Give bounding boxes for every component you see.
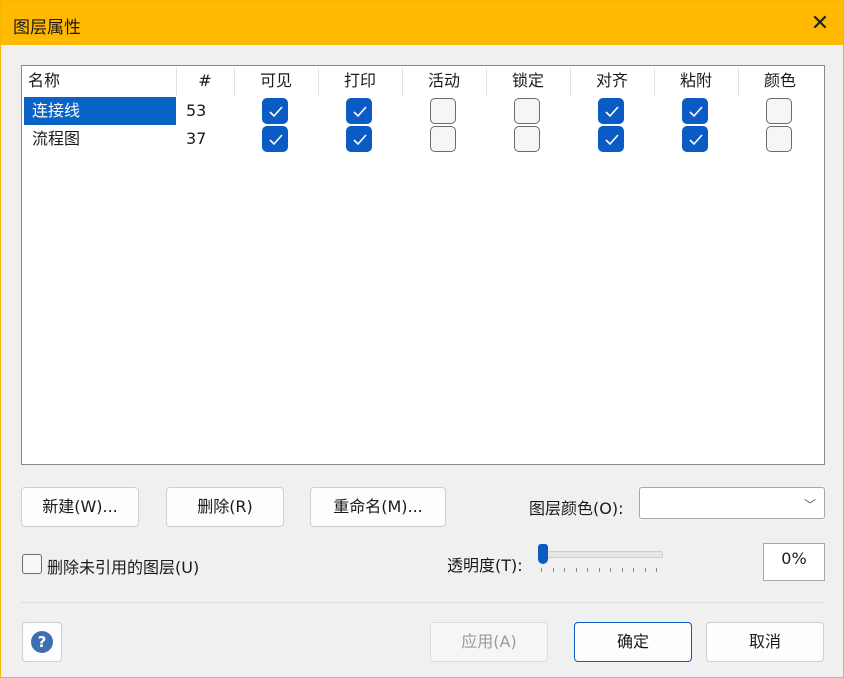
layer-name[interactable]: 流程图 <box>24 125 176 153</box>
rename-layer-button[interactable]: 重命名(M)... <box>310 487 446 527</box>
transparency-slider-ticks <box>541 568 661 573</box>
glue-checkbox[interactable] <box>682 126 708 152</box>
slider-tick <box>587 568 588 572</box>
transparency-slider-track[interactable] <box>541 551 663 558</box>
layer-color-select[interactable]: ﹀ <box>639 487 825 519</box>
slider-tick <box>575 568 577 572</box>
column-header[interactable]: 打印 <box>318 66 402 96</box>
column-separator <box>654 68 655 96</box>
visible-checkbox[interactable] <box>262 98 288 124</box>
help-button[interactable]: ? <box>22 622 62 662</box>
slider-tick <box>621 568 623 572</box>
snap-checkbox[interactable] <box>598 98 624 124</box>
remove-unused-label[interactable]: 删除未引用的图层(U) <box>47 554 199 578</box>
delete-layer-button[interactable]: 删除(R) <box>166 487 284 527</box>
help-icon: ? <box>31 631 53 653</box>
slider-tick <box>552 568 554 572</box>
column-header[interactable]: 粘附 <box>654 66 738 96</box>
shape-count: 37 <box>186 129 207 148</box>
layer-properties-dialog: 图层属性 ✕ 名称 # 可见 打印 活动 锁定 对齐 粘附 颜色 连接线 53 流程图 37 新建(W… <box>0 0 844 678</box>
column-header[interactable]: # <box>176 66 234 96</box>
column-separator <box>176 68 177 96</box>
column-header[interactable]: 锁定 <box>486 66 570 96</box>
slider-tick <box>598 568 600 572</box>
column-header[interactable]: 颜色 <box>738 66 822 96</box>
slider-tick <box>541 568 542 572</box>
close-icon: ✕ <box>810 10 830 36</box>
color-checkbox[interactable] <box>766 126 792 152</box>
close-button[interactable]: ✕ <box>797 1 843 45</box>
active-checkbox[interactable] <box>430 126 456 152</box>
layer-color-label: 图层颜色(O): <box>529 499 624 518</box>
column-header[interactable]: 对齐 <box>570 66 654 96</box>
lock-checkbox[interactable] <box>514 98 540 124</box>
print-checkbox[interactable] <box>346 126 372 152</box>
ok-button[interactable]: 确定 <box>574 622 692 662</box>
color-checkbox[interactable] <box>766 98 792 124</box>
slider-tick <box>644 568 646 572</box>
lock-checkbox[interactable] <box>514 126 540 152</box>
layer-table[interactable]: 名称 # 可见 打印 活动 锁定 对齐 粘附 颜色 连接线 53 流程图 37 <box>21 65 825 465</box>
chevron-down-icon: ﹀ <box>803 498 816 512</box>
cancel-button[interactable]: 取消 <box>706 622 824 662</box>
window-title: 图层属性 <box>13 18 81 38</box>
transparency-label: 透明度(T): <box>447 556 523 575</box>
transparency-value-field[interactable]: 0% <box>763 543 825 581</box>
slider-tick <box>610 568 611 572</box>
new-layer-button[interactable]: 新建(W)... <box>21 487 139 527</box>
slider-tick <box>564 568 565 572</box>
column-separator <box>570 68 571 96</box>
visible-checkbox[interactable] <box>262 126 288 152</box>
glue-checkbox[interactable] <box>682 98 708 124</box>
column-separator <box>402 68 403 96</box>
footer-divider <box>21 602 825 603</box>
title-bar: 图层属性 ✕ <box>1 1 843 45</box>
column-header[interactable]: 可见 <box>234 66 318 96</box>
transparency-slider-thumb[interactable] <box>538 544 548 564</box>
remove-unused-checkbox[interactable] <box>22 554 42 574</box>
column-separator <box>738 68 739 96</box>
column-separator <box>234 68 235 96</box>
print-checkbox[interactable] <box>346 98 372 124</box>
snap-checkbox[interactable] <box>598 126 624 152</box>
shape-count: 53 <box>186 101 207 120</box>
active-checkbox[interactable] <box>430 98 456 124</box>
slider-tick <box>633 568 634 572</box>
column-header[interactable]: 名称 <box>28 66 176 96</box>
column-header[interactable]: 活动 <box>402 66 486 96</box>
layer-name[interactable]: 连接线 <box>24 97 176 125</box>
apply-button[interactable]: 应用(A) <box>430 622 548 662</box>
slider-tick <box>656 568 657 572</box>
column-separator <box>486 68 487 96</box>
column-separator <box>318 68 319 96</box>
